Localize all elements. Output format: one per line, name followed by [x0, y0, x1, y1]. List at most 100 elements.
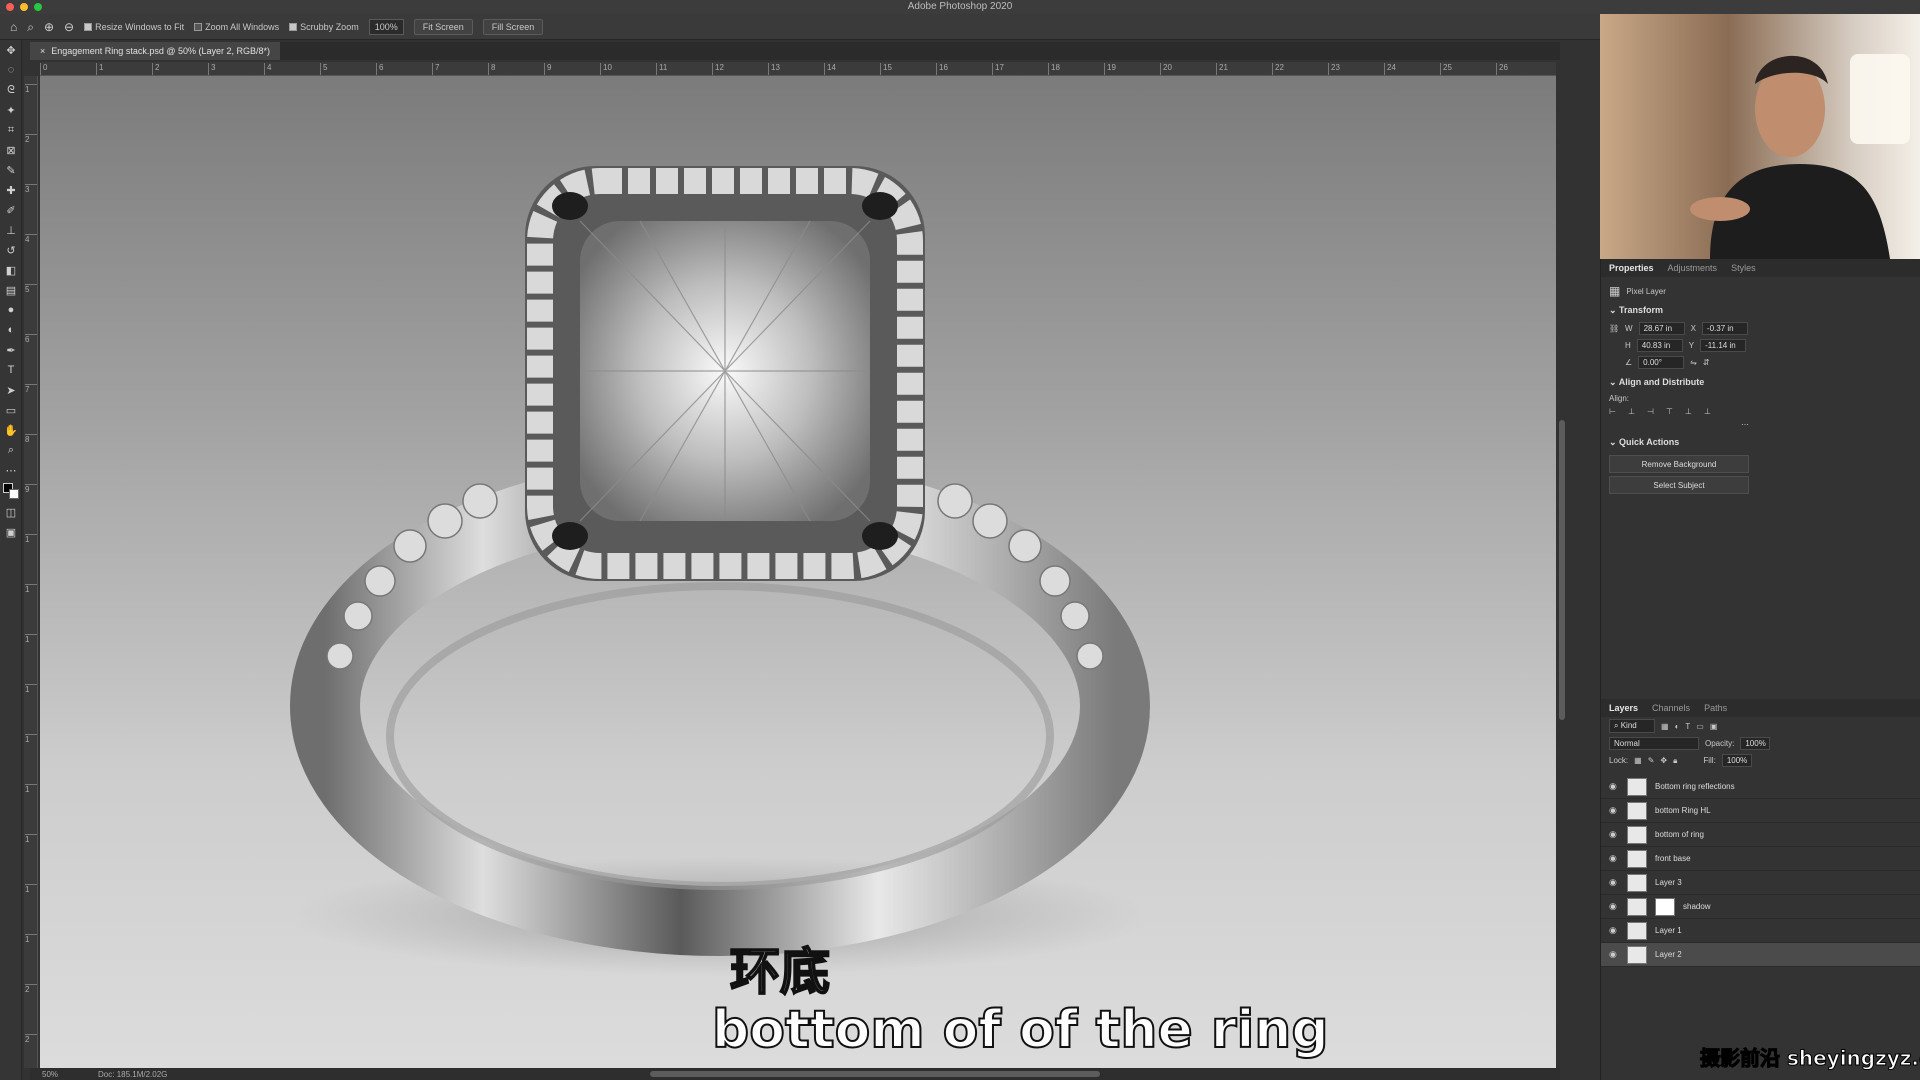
fill-screen-button[interactable]: Fill Screen — [482, 18, 544, 35]
visibility-eye-icon[interactable]: ◉ — [1609, 901, 1619, 912]
horizontal-ruler[interactable]: 0 1 2 3 4 5 6 7 8 9 10 11 12 13 14 15 16 17 18 19 20 21 22 23 24… — [40, 62, 1556, 76]
more-align-icon[interactable]: ⋯ — [1601, 418, 1920, 431]
gradient-tool-icon[interactable]: ▤ — [0, 280, 22, 300]
document-canvas[interactable] — [40, 76, 1556, 1068]
zoom-tool-icon[interactable]: ⌕ — [0, 440, 22, 460]
zoom-in-icon[interactable]: ⊕ — [44, 21, 54, 33]
document-tab[interactable]: × Engagement Ring stack.psd @ 50% (Layer… — [30, 42, 281, 60]
zoom-all-windows-checkbox[interactable]: Zoom All Windows — [194, 22, 279, 32]
close-window-button[interactable] — [6, 3, 14, 11]
height-field[interactable]: 40.83 in — [1636, 339, 1683, 352]
tab-layers[interactable]: Layers — [1609, 703, 1638, 713]
hand-tool-icon[interactable]: ✋ — [0, 420, 22, 440]
minimize-window-button[interactable] — [20, 3, 28, 11]
move-tool-icon[interactable]: ✥ — [0, 40, 22, 60]
align-right-icon[interactable]: ⊣ — [1647, 407, 1654, 416]
visibility-eye-icon[interactable]: ◉ — [1609, 925, 1619, 936]
blend-mode-select[interactable]: Normal — [1609, 737, 1699, 750]
quick-mask-icon[interactable]: ◫ — [0, 502, 22, 522]
select-subject-button[interactable]: Select Subject — [1609, 476, 1749, 494]
zoom-out-icon[interactable]: ⊖ — [64, 21, 74, 33]
marquee-tool-icon[interactable]: ◌ — [0, 60, 22, 80]
dodge-tool-icon[interactable]: ◐ — [0, 320, 22, 340]
zoom-value-field[interactable]: 100% — [368, 18, 404, 35]
align-top-icon[interactable]: ⊤ — [1666, 407, 1673, 416]
filter-type-icon[interactable]: T — [1685, 722, 1690, 731]
vertical-scrollbar[interactable] — [1559, 420, 1565, 720]
align-center-h-icon[interactable]: ⊥ — [1628, 407, 1635, 416]
lock-position-icon[interactable]: ✥ — [1660, 756, 1667, 765]
opacity-field[interactable]: 100% — [1740, 737, 1771, 750]
eraser-icon[interactable]: ◧ — [0, 260, 22, 280]
align-bottom-icon[interactable]: ⊥ — [1704, 407, 1711, 416]
quick-actions-title[interactable]: ⌄ Quick Actions — [1601, 431, 1920, 452]
blur-tool-icon[interactable]: ● — [0, 300, 22, 320]
tab-styles[interactable]: Styles — [1731, 263, 1756, 273]
lock-transparency-icon[interactable]: ▦ — [1634, 756, 1642, 765]
filter-smart-icon[interactable]: ▣ — [1710, 722, 1718, 731]
healing-brush-icon[interactable]: ✚ — [0, 180, 22, 200]
filter-shape-icon[interactable]: ▭ — [1696, 722, 1704, 731]
remove-background-button[interactable]: Remove Background — [1609, 455, 1749, 473]
horizontal-scrollbar[interactable] — [650, 1071, 1100, 1077]
visibility-eye-icon[interactable]: ◉ — [1609, 805, 1619, 816]
screen-mode-icon[interactable]: ▣ — [0, 522, 22, 542]
layer-row[interactable]: ◉ front base — [1601, 847, 1920, 871]
color-swatches[interactable] — [0, 480, 22, 502]
vertical-ruler[interactable]: 12345678911111111122 — [24, 76, 38, 1068]
layer-mask-thumbnail[interactable] — [1655, 897, 1675, 916]
align-middle-v-icon[interactable]: ⊥ — [1685, 407, 1692, 416]
scrubby-zoom-checkbox[interactable]: Scrubby Zoom — [289, 22, 359, 32]
filter-pixel-icon[interactable]: ▦ — [1661, 722, 1669, 731]
close-tab-icon[interactable]: × — [40, 46, 45, 56]
transform-section-title[interactable]: ⌄ Transform — [1601, 299, 1920, 320]
tab-adjustments[interactable]: Adjustments — [1668, 263, 1718, 273]
pen-tool-icon[interactable]: ✒ — [0, 340, 22, 360]
more-tools-icon[interactable]: ⋯ — [0, 460, 22, 480]
crop-tool-icon[interactable]: ⌗ — [0, 120, 22, 140]
lock-all-icon[interactable]: 🔒︎ — [1673, 756, 1677, 766]
eyedropper-icon[interactable]: ✎ — [0, 160, 22, 180]
resize-windows-checkbox[interactable]: Resize Windows to Fit — [84, 22, 184, 32]
rectangle-tool-icon[interactable]: ▭ — [0, 400, 22, 420]
visibility-eye-icon[interactable]: ◉ — [1609, 949, 1619, 960]
align-section-title[interactable]: ⌄ Align and Distribute — [1601, 371, 1920, 392]
flip-horizontal-icon[interactable]: ⇋ — [1690, 358, 1697, 367]
clone-stamp-icon[interactable]: ⊥ — [0, 220, 22, 240]
angle-field[interactable]: 0.00° — [1638, 356, 1685, 369]
visibility-eye-icon[interactable]: ◉ — [1609, 781, 1619, 792]
path-selection-icon[interactable]: ➤ — [0, 380, 22, 400]
history-brush-icon[interactable]: ↺ — [0, 240, 22, 260]
visibility-eye-icon[interactable]: ◉ — [1609, 829, 1619, 840]
link-icon[interactable]: ⛓ — [1609, 324, 1619, 333]
x-field[interactable]: -0.37 in — [1701, 322, 1748, 335]
layer-row[interactable]: ◉ Layer 1 — [1601, 919, 1920, 943]
zoom-tool-icon[interactable]: ⌕ — [27, 21, 34, 33]
y-field[interactable]: -11.14 in — [1700, 339, 1747, 352]
tab-paths[interactable]: Paths — [1704, 703, 1727, 713]
visibility-eye-icon[interactable]: ◉ — [1609, 877, 1619, 888]
layer-row[interactable]: ◉ Layer 3 — [1601, 871, 1920, 895]
magic-wand-icon[interactable]: ✦ — [0, 100, 22, 120]
maximize-window-button[interactable] — [34, 3, 42, 11]
flip-vertical-icon[interactable]: ⇵ — [1703, 358, 1710, 367]
visibility-eye-icon[interactable]: ◉ — [1609, 853, 1619, 864]
filter-adjustment-icon[interactable]: ◐ — [1675, 722, 1680, 731]
layer-filter-select[interactable]: ⌕ Kind — [1609, 719, 1655, 733]
lock-pixels-icon[interactable]: ✎ — [1648, 756, 1655, 765]
brush-tool-icon[interactable]: ✐ — [0, 200, 22, 220]
status-zoom[interactable]: 50% — [42, 1070, 58, 1079]
layer-row[interactable]: ◉ Layer 2 — [1601, 943, 1920, 967]
fit-screen-button[interactable]: Fit Screen — [413, 18, 473, 35]
layer-row[interactable]: ◉ bottom of ring — [1601, 823, 1920, 847]
type-tool-icon[interactable]: T — [0, 360, 22, 380]
align-left-icon[interactable]: ⊢ — [1609, 407, 1616, 416]
frame-tool-icon[interactable]: ⊠ — [0, 140, 22, 160]
tab-properties[interactable]: Properties — [1609, 263, 1654, 273]
home-icon[interactable]: ⌂ — [10, 21, 17, 33]
layer-row[interactable]: ◉ shadow — [1601, 895, 1920, 919]
tab-channels[interactable]: Channels — [1652, 703, 1690, 713]
layer-row[interactable]: ◉ Bottom ring reflections — [1601, 775, 1920, 799]
lasso-tool-icon[interactable]: ᘓ — [0, 80, 22, 100]
layer-row[interactable]: ◉ bottom Ring HL — [1601, 799, 1920, 823]
